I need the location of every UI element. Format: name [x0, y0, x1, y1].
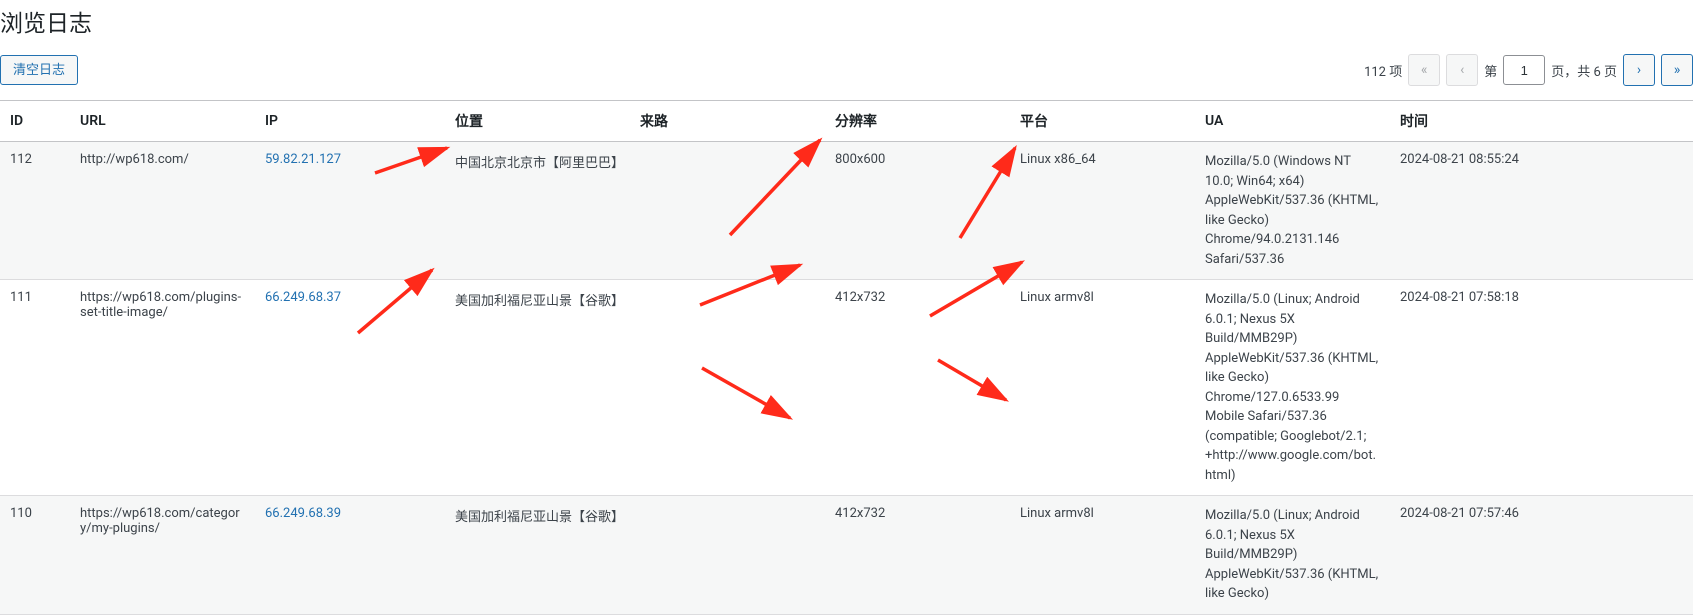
- table-row: 112 http://wp618.com/ 59.82.21.127 中国北京北…: [0, 142, 1693, 280]
- col-header-platform: 平台: [1010, 101, 1195, 142]
- page-title: 浏览日志: [0, 0, 1693, 48]
- tablenav: 清空日志 112 项 « ‹ 第 页，共 6 页 › »: [0, 48, 1693, 100]
- cell-ip: 66.249.68.37: [255, 280, 445, 496]
- clear-logs-button[interactable]: 清空日志: [0, 55, 78, 85]
- page-prefix-label: 第: [1484, 61, 1497, 80]
- col-header-url: URL: [70, 101, 255, 142]
- cell-ua: Mozilla/5.0 (Windows NT 10.0; Win64; x64…: [1195, 142, 1390, 280]
- cell-ua: Mozilla/5.0 (Linux; Android 6.0.1; Nexus…: [1195, 280, 1390, 496]
- cell-platform: Linux armv8l: [1010, 496, 1195, 615]
- cell-id: 112: [0, 142, 70, 280]
- table-row: 111 https://wp618.com/plugins-set-title-…: [0, 280, 1693, 496]
- cell-referer: [630, 142, 825, 280]
- pages-suffix-label: 页，共 6 页: [1551, 61, 1617, 80]
- col-header-ip: IP: [255, 101, 445, 142]
- cell-referer: [630, 496, 825, 615]
- cell-resolution: 412x732: [825, 496, 1010, 615]
- cell-location: 中国北京北京市【阿里巴巴】: [445, 142, 630, 280]
- last-page-button[interactable]: »: [1661, 54, 1693, 86]
- next-page-button[interactable]: ›: [1623, 54, 1655, 86]
- table-header-row: ID URL IP 位置 来路 分辨率 平台 UA 时间: [0, 101, 1693, 142]
- cell-platform: Linux x86_64: [1010, 142, 1195, 280]
- col-header-resolution: 分辨率: [825, 101, 1010, 142]
- pagination: 112 项 « ‹ 第 页，共 6 页 › »: [1364, 54, 1693, 86]
- cell-referer: [630, 280, 825, 496]
- cell-platform: Linux armv8l: [1010, 280, 1195, 496]
- cell-ua: Mozilla/5.0 (Linux; Android 6.0.1; Nexus…: [1195, 496, 1390, 615]
- first-page-button: «: [1408, 54, 1440, 86]
- cell-time: 2024-08-21 07:58:18: [1390, 280, 1693, 496]
- current-page-input[interactable]: [1503, 55, 1545, 85]
- col-header-id: ID: [0, 101, 70, 142]
- ip-link[interactable]: 59.82.21.127: [265, 152, 341, 167]
- cell-ip: 66.249.68.39: [255, 496, 445, 615]
- cell-url: https://wp618.com/category/my-plugins/: [70, 496, 255, 615]
- cell-location: 美国加利福尼亚山景【谷歌】: [445, 496, 630, 615]
- ip-link[interactable]: 66.249.68.37: [265, 290, 341, 305]
- cell-url: http://wp618.com/: [70, 142, 255, 280]
- ip-link[interactable]: 66.249.68.39: [265, 506, 341, 521]
- logs-table: ID URL IP 位置 来路 分辨率 平台 UA 时间 112 http://…: [0, 100, 1693, 615]
- col-header-time: 时间: [1390, 101, 1693, 142]
- col-header-location: 位置: [445, 101, 630, 142]
- cell-url: https://wp618.com/plugins-set-title-imag…: [70, 280, 255, 496]
- cell-id: 110: [0, 496, 70, 615]
- cell-time: 2024-08-21 08:55:24: [1390, 142, 1693, 280]
- cell-resolution: 800x600: [825, 142, 1010, 280]
- cell-ip: 59.82.21.127: [255, 142, 445, 280]
- cell-resolution: 412x732: [825, 280, 1010, 496]
- cell-time: 2024-08-21 07:57:46: [1390, 496, 1693, 615]
- cell-id: 111: [0, 280, 70, 496]
- cell-location: 美国加利福尼亚山景【谷歌】: [445, 280, 630, 496]
- total-items-label: 112 项: [1364, 61, 1402, 80]
- col-header-ua: UA: [1195, 101, 1390, 142]
- prev-page-button: ‹: [1446, 54, 1478, 86]
- col-header-referer: 来路: [630, 101, 825, 142]
- table-row: 110 https://wp618.com/category/my-plugin…: [0, 496, 1693, 615]
